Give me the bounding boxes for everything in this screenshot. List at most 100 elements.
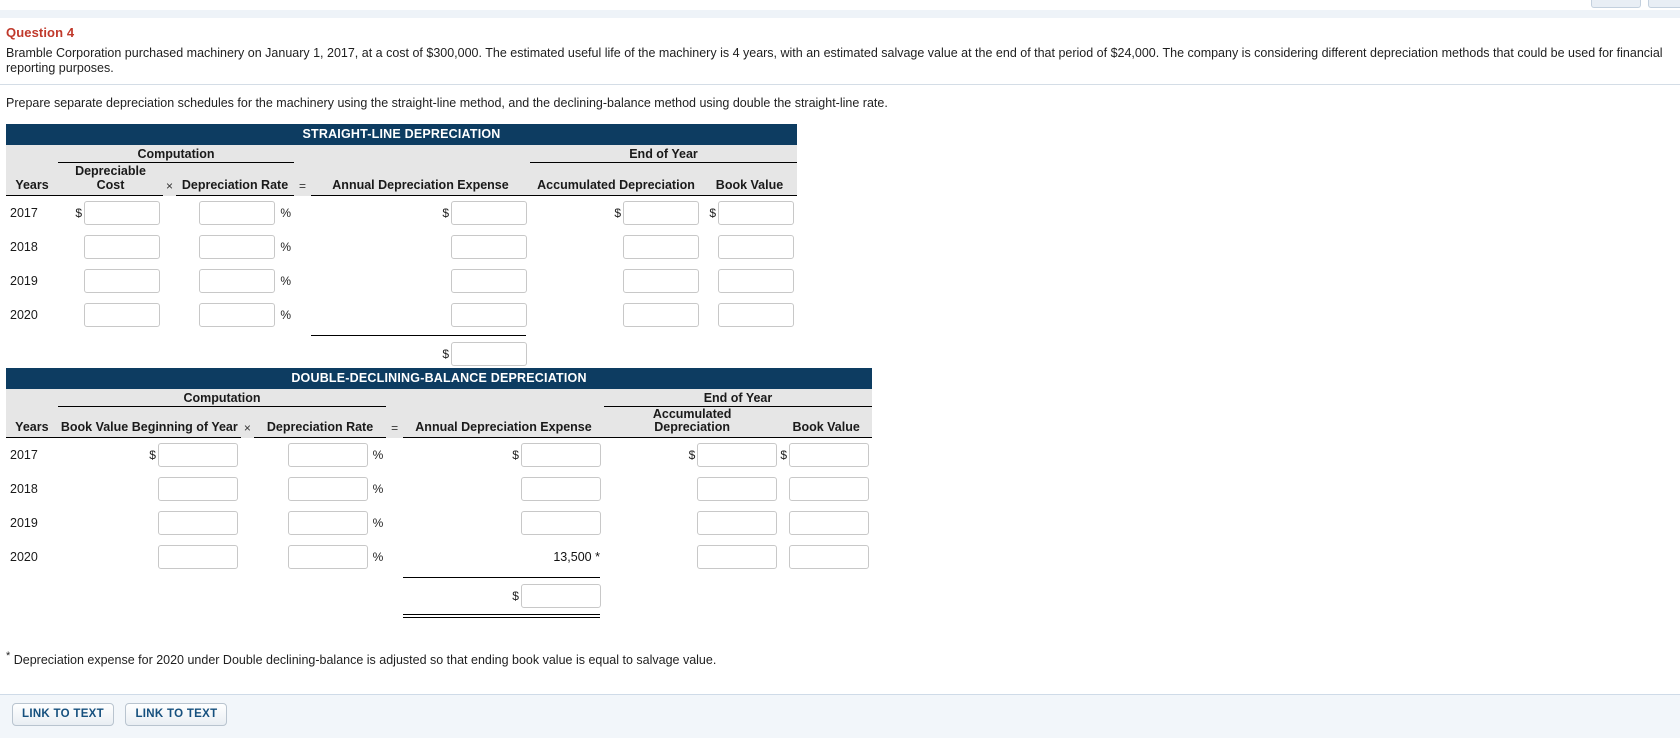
table-row: 2020 %	[6, 298, 797, 332]
dollar-sign-icon: $	[780, 448, 787, 462]
row-year-label: 2018	[10, 240, 38, 254]
percent-sign-icon: %	[280, 206, 291, 220]
ddb-book-value-input-2017[interactable]	[789, 443, 869, 467]
sl-book-value-input-2018[interactable]	[718, 235, 794, 259]
sl-annual-expense-input-2020[interactable]	[451, 303, 527, 327]
cell-accumulated-depreciation	[604, 506, 780, 540]
top-partial-button-1[interactable]	[1591, 0, 1641, 8]
ddb-annual-expense-input-2018[interactable]	[520, 477, 601, 501]
column-header-depreciation-rate: Depreciation Rate	[176, 162, 294, 196]
sl-annual-expense-input-2017[interactable]	[451, 201, 527, 225]
ddb-accumulated-depreciation-input-2020[interactable]	[697, 545, 778, 569]
sl-depreciable-cost-input-2020[interactable]	[84, 303, 160, 327]
ddb-depreciation-rate-input-2017[interactable]	[287, 443, 368, 467]
sl-accumulated-depreciation-input-2019[interactable]	[623, 269, 699, 293]
ddb-accumulated-depreciation-input-2018[interactable]	[697, 477, 778, 501]
dollar-sign-icon: $	[149, 448, 156, 462]
row-year-label: 2017	[10, 206, 38, 220]
column-header-book-value: Book Value	[780, 406, 872, 438]
question-page: Question 4 Bramble Corporation purchased…	[0, 0, 1680, 738]
dollar-sign-icon: $	[709, 206, 716, 220]
ddb-total-annual-expense-input[interactable]	[520, 584, 601, 608]
spacer	[311, 145, 530, 163]
ddb-total-row: $	[6, 580, 872, 612]
dollar-sign-icon: $	[512, 589, 519, 603]
spacer	[294, 264, 311, 298]
sl-total-annual-expense-input[interactable]	[451, 342, 527, 366]
instruction-text: Prepare separate depreciation schedules …	[6, 96, 888, 110]
spacer	[163, 196, 176, 231]
ddb-book-value-input-2020[interactable]	[789, 545, 869, 569]
row-year-label: 2019	[10, 274, 38, 288]
ddb-book-value-input-2018[interactable]	[789, 477, 869, 501]
link-to-text-button-1[interactable]: LINK TO TEXT	[12, 703, 114, 726]
dollar-sign-icon: $	[442, 347, 449, 361]
cell-depreciable-cost	[58, 298, 163, 332]
sl-book-value-input-2017[interactable]	[718, 201, 794, 225]
cell-annual-expense: $	[311, 196, 530, 231]
ddb-book-value-beginning-input-2020[interactable]	[157, 545, 238, 569]
cell-book-value	[780, 472, 872, 506]
column-header-accumulated-depreciation: Accumulated Depreciation	[603, 406, 781, 438]
cell-accumulated-depreciation: $	[604, 438, 780, 473]
sl-depreciable-cost-input-2017[interactable]	[84, 201, 160, 225]
ddb-book-value-beginning-input-2019[interactable]	[157, 511, 238, 535]
column-header-accumulated-depreciation: Accumulated Depreciation	[530, 162, 702, 196]
double-declining-balance-schedule-table: DOUBLE-DECLINING-BALANCE DEPRECIATION Co…	[6, 368, 872, 620]
cell-book-value-beginning	[58, 472, 241, 506]
accumulated-depreciation-line-2: Depreciation	[654, 420, 730, 434]
cell-depreciable-cost	[58, 264, 163, 298]
cell-book-value	[780, 540, 872, 574]
cell-total-annual-expense: $	[311, 338, 530, 370]
cell-depreciation-rate: %	[254, 472, 386, 506]
cell-depreciation-rate: %	[254, 438, 386, 473]
sl-depreciation-rate-input-2019[interactable]	[199, 269, 276, 293]
table-row: 2018 %	[6, 230, 797, 264]
sl-accumulated-depreciation-input-2017[interactable]	[623, 201, 699, 225]
ddb-depreciation-rate-input-2020[interactable]	[287, 545, 368, 569]
cell-depreciation-rate: %	[176, 196, 294, 231]
cell-book-value	[780, 506, 872, 540]
cell-accumulated-depreciation	[530, 230, 702, 264]
sl-depreciable-cost-input-2018[interactable]	[84, 235, 160, 259]
spacer	[386, 506, 403, 540]
ddb-book-value-beginning-input-2018[interactable]	[157, 477, 238, 501]
sl-annual-expense-input-2018[interactable]	[451, 235, 527, 259]
cell-book-value: $	[780, 438, 872, 473]
sl-depreciation-rate-input-2018[interactable]	[199, 235, 276, 259]
top-partial-button-2[interactable]	[1648, 0, 1680, 8]
ddb-accumulated-depreciation-input-2019[interactable]	[697, 511, 778, 535]
ddb-depreciation-rate-input-2018[interactable]	[287, 477, 368, 501]
ddb-title: DOUBLE-DECLINING-BALANCE DEPRECIATION	[6, 368, 872, 389]
ddb-book-value-input-2019[interactable]	[789, 511, 869, 535]
sl-depreciation-rate-input-2020[interactable]	[199, 303, 276, 327]
spacer	[163, 230, 176, 264]
table-row: 2020 % 13,500 *	[6, 540, 872, 574]
ddb-total-double-rule-row	[6, 612, 872, 620]
cell-depreciable-cost	[58, 230, 163, 264]
ddb-annual-expense-input-2019[interactable]	[520, 511, 601, 535]
ddb-depreciation-rate-input-2019[interactable]	[287, 511, 368, 535]
cell-book-value	[702, 264, 797, 298]
sl-depreciable-cost-input-2019[interactable]	[84, 269, 160, 293]
table-row: 2017 $ % $ $ $	[6, 438, 872, 473]
sl-book-value-input-2019[interactable]	[718, 269, 794, 293]
sl-annual-expense-input-2019[interactable]	[451, 269, 527, 293]
times-operator-icon: ×	[163, 162, 176, 196]
percent-sign-icon: %	[372, 550, 384, 564]
row-year-label: 2017	[10, 448, 38, 462]
spacer	[6, 338, 311, 370]
spacer	[6, 612, 403, 620]
ddb-accumulated-depreciation-input-2017[interactable]	[697, 443, 778, 467]
sl-accumulated-depreciation-input-2020[interactable]	[623, 303, 699, 327]
ddb-title-row: DOUBLE-DECLINING-BALANCE DEPRECIATION	[6, 368, 872, 389]
sl-book-value-input-2020[interactable]	[718, 303, 794, 327]
sl-depreciation-rate-input-2017[interactable]	[199, 201, 276, 225]
link-to-text-button-2[interactable]: LINK TO TEXT	[125, 703, 228, 726]
column-header-years: Years	[6, 406, 58, 438]
spacer	[386, 438, 403, 473]
cell-depreciation-rate: %	[176, 264, 294, 298]
sl-accumulated-depreciation-input-2018[interactable]	[623, 235, 699, 259]
ddb-annual-expense-input-2017[interactable]	[520, 443, 601, 467]
ddb-book-value-beginning-input-2017[interactable]	[157, 443, 238, 467]
